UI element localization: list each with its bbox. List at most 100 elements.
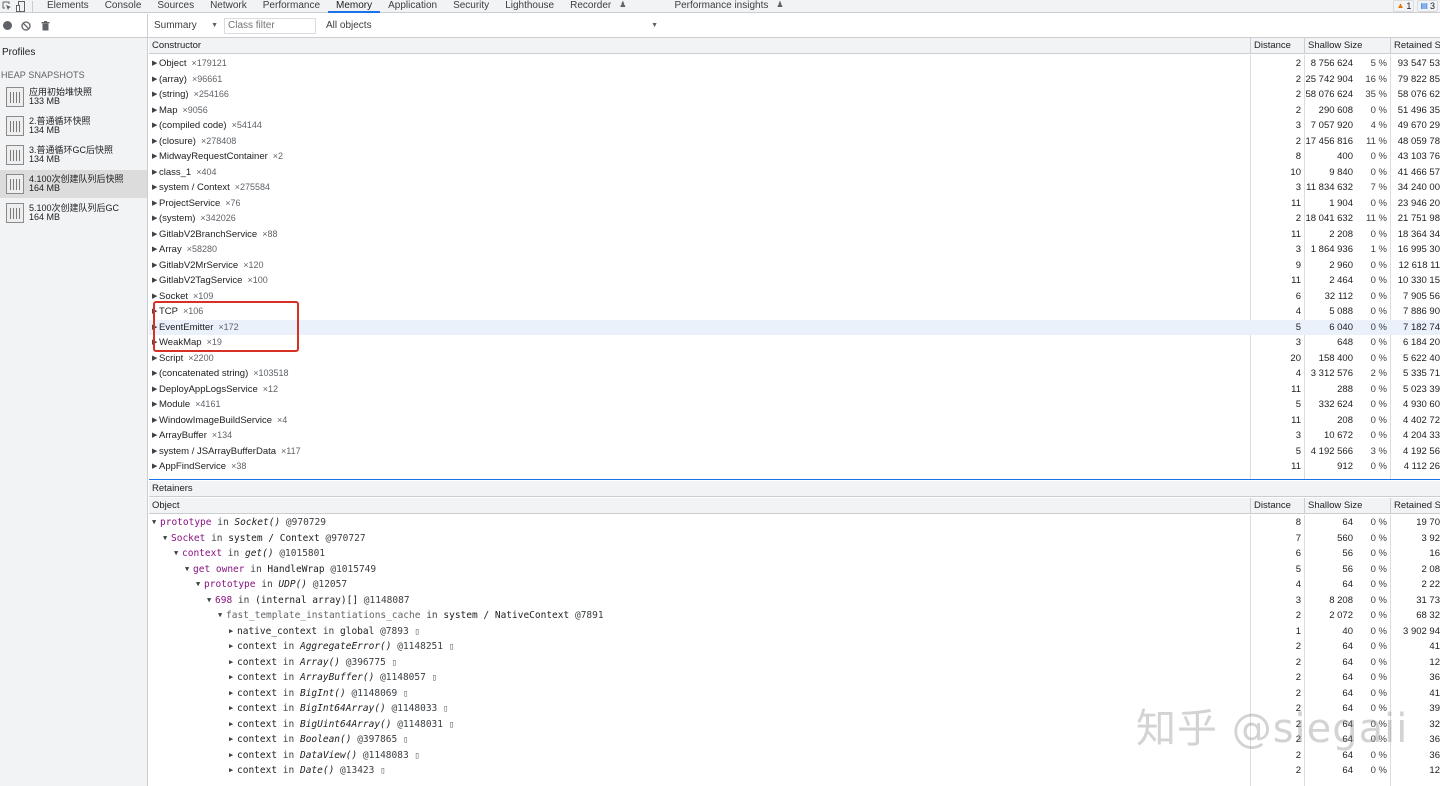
clear-icon[interactable] [21,20,31,31]
expand-triangle-icon[interactable]: ▶ [152,366,159,382]
object-column-header[interactable]: Object [149,498,1250,514]
collapsed-triangle-icon[interactable]: ▶ [229,748,237,764]
constructor-column-header[interactable]: Constructor [149,38,1250,54]
collapsed-triangle-icon[interactable]: ▶ [229,670,237,686]
expand-triangle-icon[interactable]: ▶ [152,118,159,134]
retainer-row[interactable]: ▶ context in Array() @396775 ▯ 2 64 0 % 12 [149,655,1440,671]
tab-memory[interactable]: Memory [328,0,381,13]
retained-size-column-header[interactable]: Retained S [1390,498,1440,514]
reveal-icon[interactable]: ▯ [414,627,419,637]
summary-row[interactable]: ▶ Script ×2200 20 158 400 0 % 5 622 40 [149,351,1440,367]
reveal-icon[interactable]: ▯ [392,658,397,668]
warnings-badge[interactable]: ▲ 1 [1393,0,1415,12]
collapsed-triangle-icon[interactable]: ▶ [229,732,237,748]
summary-row[interactable]: ▶ Socket ×109 6 32 112 0 % 7 905 56 [149,289,1440,305]
reveal-icon[interactable]: ▯ [449,642,454,652]
distance-column-header[interactable]: Distance [1250,38,1304,54]
tab-console[interactable]: Console [97,0,150,13]
expand-triangle-icon[interactable]: ▶ [152,211,159,227]
retainer-row[interactable]: ▼ prototype in UDP() @12057 4 64 0 % 2 22 [149,577,1440,593]
expanded-triangle-icon[interactable]: ▼ [185,562,193,578]
expanded-triangle-icon[interactable]: ▼ [174,546,182,562]
expand-triangle-icon[interactable]: ▶ [152,351,159,367]
reveal-icon[interactable]: ▯ [414,751,419,761]
summary-row[interactable]: ▶ ArrayBuffer ×134 3 10 672 0 % 4 204 33 [149,428,1440,444]
expand-triangle-icon[interactable]: ▶ [152,227,159,243]
summary-row[interactable]: ▶ Array ×58280 3 1 864 936 1 % 16 995 30 [149,242,1440,258]
snapshot-item[interactable]: 2.普通循环快照 134 MB [0,112,147,140]
expanded-triangle-icon[interactable]: ▼ [163,531,171,547]
expanded-triangle-icon[interactable]: ▼ [196,577,204,593]
snapshot-item[interactable]: 4.100次创建队列后快照 164 MB [0,170,147,198]
tab-lighthouse[interactable]: Lighthouse [497,0,562,13]
objects-select[interactable]: All objects ▼ [322,18,662,34]
retained-size-column-header[interactable]: Retained S [1390,38,1440,54]
tab-network[interactable]: Network [202,0,255,13]
expand-triangle-icon[interactable]: ▶ [152,180,159,196]
summary-row[interactable]: ▶ (concatenated string) ×103518 4 3 312 576 2… [149,366,1440,382]
snapshot-item[interactable]: 应用初始堆快照 133 MB [0,83,147,111]
summary-row[interactable]: ▶ MidwayRequestContainer ×2 8 400 0 % 43 103 7… [149,149,1440,165]
expand-triangle-icon[interactable]: ▶ [152,134,159,150]
expand-triangle-icon[interactable]: ▶ [152,273,159,289]
collect-garbage-icon[interactable] [40,20,50,31]
summary-row[interactable]: ▶ Object ×179121 2 8 756 624 5 % 93 547 53 [149,56,1440,72]
expand-triangle-icon[interactable]: ▶ [152,428,159,444]
retainer-row[interactable]: ▼ Socket in system / Context @970727 7 560 0… [149,531,1440,547]
class-filter-input[interactable] [224,17,316,34]
tab-sources[interactable]: Sources [149,0,202,13]
expand-triangle-icon[interactable]: ▶ [152,382,159,398]
summary-row[interactable]: ▶ ProjectService ×76 11 1 904 0 % 23 946 20 [149,196,1440,212]
summary-row[interactable]: ▶ system / JSArrayBufferData ×117 5 4 192 56… [149,444,1440,460]
summary-row[interactable]: ▶ TCP ×106 4 5 088 0 % 7 886 90 [149,304,1440,320]
summary-row[interactable]: ▶ GitlabV2MrService ×120 9 2 960 0 % 12 618 11 [149,258,1440,274]
distance-column-header[interactable]: Distance [1250,498,1304,514]
summary-row[interactable]: ▶ (compiled code) ×54144 3 7 057 920 4 % 49 67… [149,118,1440,134]
record-icon[interactable] [2,21,12,31]
collapsed-triangle-icon[interactable]: ▶ [229,763,237,779]
collapsed-triangle-icon[interactable]: ▶ [229,701,237,717]
reveal-icon[interactable]: ▯ [403,689,408,699]
retainer-row[interactable]: ▶ context in ArrayBuffer() @1148057 ▯ 2 64 0… [149,670,1440,686]
retainer-row[interactable]: ▼ context in get() @1015801 6 56 0 % 16 [149,546,1440,562]
summary-row[interactable]: ▶ system / Context ×275584 3 11 834 632 7 % 34… [149,180,1440,196]
expanded-triangle-icon[interactable]: ▼ [218,608,226,624]
summary-row[interactable]: ▶ DeployAppLogsService ×12 11 288 0 % 5 023 39 [149,382,1440,398]
expand-triangle-icon[interactable]: ▶ [152,413,159,429]
retainer-row[interactable]: ▼ get owner in HandleWrap @1015749 5 56 0 % 2… [149,562,1440,578]
summary-row[interactable]: ▶ (array) ×96661 2 25 742 904 16 % 79 822 85 [149,72,1440,88]
reveal-icon[interactable]: ▯ [403,735,408,745]
collapsed-triangle-icon[interactable]: ▶ [229,639,237,655]
shallow-size-column-header[interactable]: Shallow Size [1304,498,1390,514]
collapsed-triangle-icon[interactable]: ▶ [229,655,237,671]
summary-row[interactable]: ▶ (string) ×254166 2 58 076 624 35 % 58 076 62 [149,87,1440,103]
expand-triangle-icon[interactable]: ▶ [152,444,159,460]
collapsed-triangle-icon[interactable]: ▶ [229,624,237,640]
reveal-icon[interactable]: ▯ [443,704,448,714]
expand-triangle-icon[interactable]: ▶ [152,56,159,72]
summary-row[interactable]: ▶ class_1 ×404 10 9 840 0 % 41 466 57 [149,165,1440,181]
summary-row[interactable]: ▶ Module ×4161 5 332 624 0 % 4 930 60 [149,397,1440,413]
expand-triangle-icon[interactable]: ▶ [152,196,159,212]
tab-security[interactable]: Security [445,0,497,13]
device-toolbar-icon[interactable] [14,0,28,12]
expand-triangle-icon[interactable]: ▶ [152,165,159,181]
tab-elements[interactable]: Elements [39,0,97,13]
tab-application[interactable]: Application [380,0,445,13]
messages-badge[interactable]: ▤ 3 [1417,0,1438,12]
expand-triangle-icon[interactable]: ▶ [152,258,159,274]
shallow-size-column-header[interactable]: Shallow Size [1304,38,1390,54]
summary-row[interactable]: ▶ Map ×9056 2 290 608 0 % 51 496 35 [149,103,1440,119]
summary-row[interactable]: ▶ GitlabV2TagService ×100 11 2 464 0 % 10 330 … [149,273,1440,289]
expand-triangle-icon[interactable]: ▶ [152,397,159,413]
summary-row[interactable]: ▶ WindowImageBuildService ×4 11 208 0 % 4 402 … [149,413,1440,429]
summary-row[interactable]: ▶ (closure) ×278408 2 17 456 816 11 % 48 059 7… [149,134,1440,150]
collapsed-triangle-icon[interactable]: ▶ [229,686,237,702]
expand-triangle-icon[interactable]: ▶ [152,149,159,165]
expand-triangle-icon[interactable]: ▶ [152,103,159,119]
retainer-row[interactable]: ▶ context in AggregateError() @1148251 ▯ 2… [149,639,1440,655]
inspect-element-icon[interactable] [0,0,14,12]
view-select[interactable]: Summary ▼ [150,18,224,34]
retainer-row[interactable]: ▼ prototype in Socket() @970729 8 64 0 % 19 7… [149,515,1440,531]
expand-triangle-icon[interactable]: ▶ [152,87,159,103]
